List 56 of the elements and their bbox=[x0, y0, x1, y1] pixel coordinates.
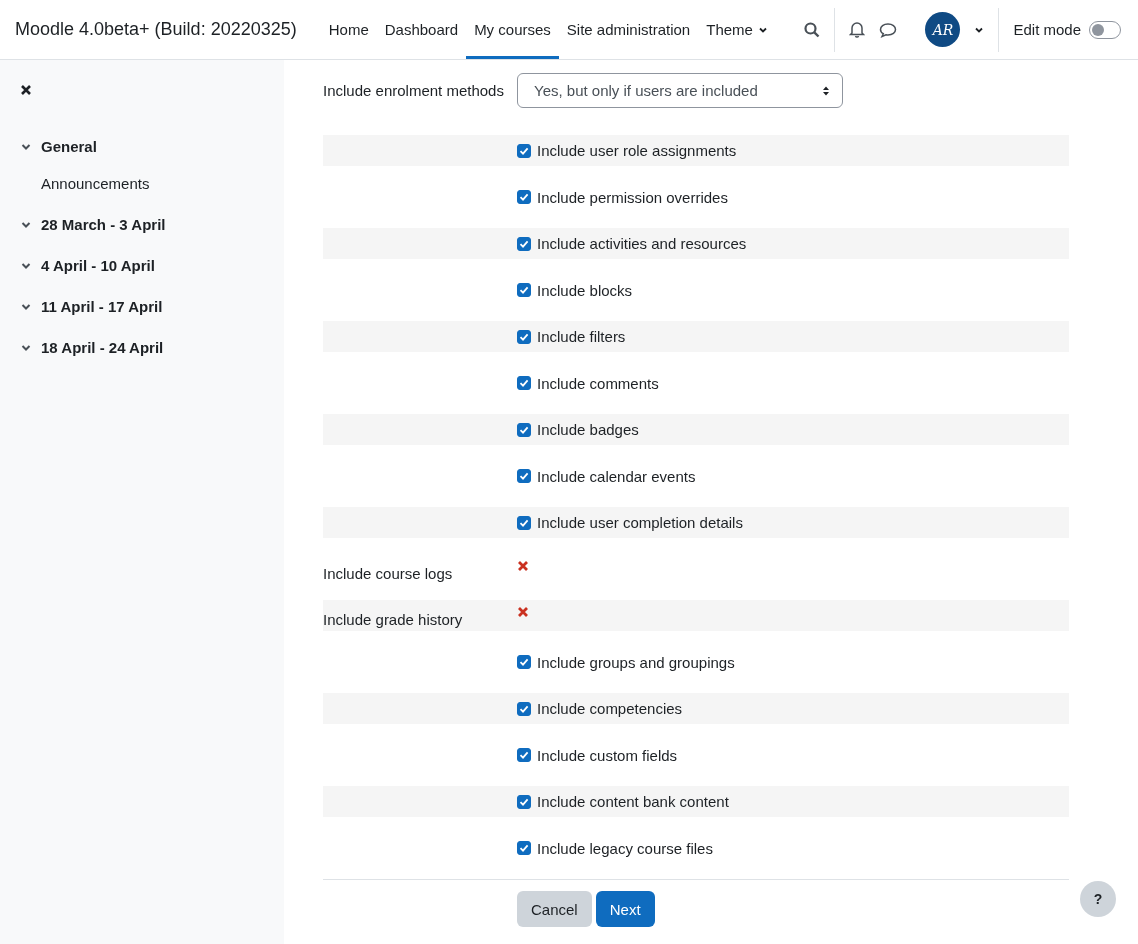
field-label: Include enrolment methods bbox=[323, 81, 505, 101]
nav-link[interactable]: Theme bbox=[698, 0, 776, 59]
enrolment-select[interactable]: Yes, but only if users are included bbox=[517, 73, 843, 108]
checkbox[interactable] bbox=[517, 422, 531, 437]
checkbox[interactable] bbox=[517, 143, 531, 158]
checkbox[interactable] bbox=[517, 190, 531, 204]
user-avatar[interactable]: AR bbox=[925, 12, 961, 47]
edit-mode-label: Edit mode bbox=[1013, 21, 1081, 38]
checkbox[interactable] bbox=[517, 329, 531, 344]
help-button[interactable]: ? bbox=[1080, 881, 1116, 917]
section-link[interactable]: General bbox=[41, 138, 97, 155]
checkbox-label[interactable]: Include blocks bbox=[537, 281, 633, 299]
checkbox-label[interactable]: Include legacy course files bbox=[537, 839, 713, 857]
nav-link[interactable]: Dashboard bbox=[376, 0, 467, 59]
checkbox-label[interactable]: Include custom fields bbox=[537, 746, 678, 764]
checkbox[interactable] bbox=[517, 748, 531, 762]
nav-link[interactable]: My courses bbox=[466, 0, 559, 59]
sort-arrows-icon bbox=[822, 84, 830, 97]
checkbox[interactable] bbox=[517, 655, 531, 669]
field-label: Include grade history bbox=[323, 610, 464, 630]
checkbox-label[interactable]: Include user completion details bbox=[537, 514, 743, 531]
checkbox[interactable] bbox=[517, 376, 531, 390]
checkbox[interactable] bbox=[517, 515, 531, 530]
checkbox-label[interactable]: Include competencies bbox=[537, 700, 683, 717]
bell-icon[interactable] bbox=[849, 21, 866, 38]
cross-icon bbox=[517, 606, 529, 618]
checkbox-label[interactable]: Include user role assignments bbox=[537, 142, 737, 159]
checkbox-label[interactable]: Include groups and groupings bbox=[537, 653, 735, 671]
close-icon[interactable] bbox=[20, 84, 32, 96]
checkbox-label[interactable]: Include permission overrides bbox=[537, 188, 728, 206]
checkbox[interactable] bbox=[517, 469, 531, 483]
form-button[interactable]: Cancel bbox=[517, 891, 592, 927]
form-button[interactable]: Next bbox=[595, 891, 655, 927]
cross-icon bbox=[517, 559, 529, 572]
activity-link[interactable]: Announcements bbox=[20, 163, 284, 204]
section-link[interactable]: 11 April - 17 April bbox=[41, 298, 163, 315]
checkbox-label[interactable]: Include comments bbox=[537, 374, 659, 392]
search-icon[interactable] bbox=[804, 21, 821, 38]
checkbox[interactable] bbox=[517, 841, 531, 855]
site-name[interactable]: Moodle 4.0beta+ (Build: 20220325) bbox=[15, 19, 297, 40]
chat-bubble-icon[interactable] bbox=[879, 21, 898, 38]
nav-link[interactable]: Home bbox=[320, 0, 377, 59]
field-label: Include course logs bbox=[323, 563, 454, 584]
checkbox-label[interactable]: Include calendar events bbox=[537, 467, 696, 485]
checkbox[interactable] bbox=[517, 236, 531, 251]
checkbox[interactable] bbox=[517, 701, 531, 716]
nav-link[interactable]: Site administration bbox=[558, 0, 699, 59]
section-link[interactable]: 18 April - 24 April bbox=[41, 339, 164, 356]
section-link[interactable]: 4 April - 10 April bbox=[41, 257, 155, 274]
checkbox-label[interactable]: Include activities and resources bbox=[537, 235, 747, 252]
section-link[interactable]: 28 March - 3 April bbox=[41, 216, 166, 233]
checkbox-label[interactable]: Include filters bbox=[537, 328, 626, 345]
checkbox-label[interactable]: Include content bank content bbox=[537, 793, 729, 810]
checkbox-label[interactable]: Include badges bbox=[537, 421, 639, 438]
checkbox[interactable] bbox=[517, 283, 531, 297]
checkbox[interactable] bbox=[517, 794, 531, 809]
